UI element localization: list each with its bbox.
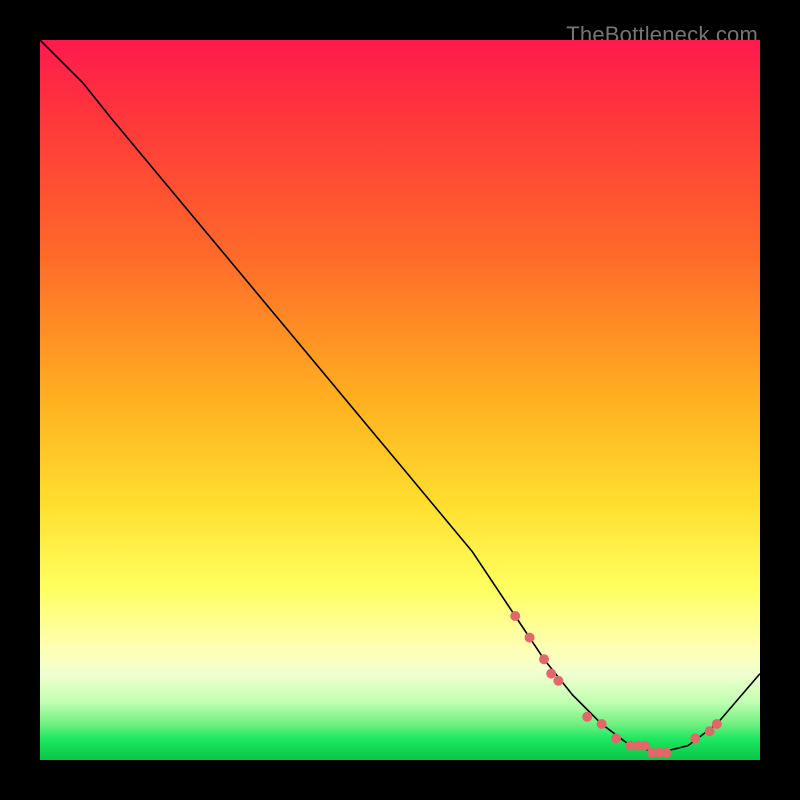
highlight-dot [582,712,592,722]
highlight-dot [553,676,563,686]
highlight-dot [661,748,671,758]
highlight-dot [546,669,556,679]
highlight-dot [510,611,520,621]
highlight-dot [705,726,715,736]
chart-frame: TheBottleneck.com [20,20,780,780]
highlight-dot [640,741,650,751]
curve-svg [40,40,760,760]
highlight-dot [611,733,621,743]
highlight-dot [539,654,549,664]
bottleneck-curve [40,40,760,753]
highlight-dot [690,733,700,743]
highlight-dots-group [510,611,722,758]
highlight-dot [525,633,535,643]
highlight-dot [597,719,607,729]
highlight-dot [712,719,722,729]
plot-area [40,40,760,760]
